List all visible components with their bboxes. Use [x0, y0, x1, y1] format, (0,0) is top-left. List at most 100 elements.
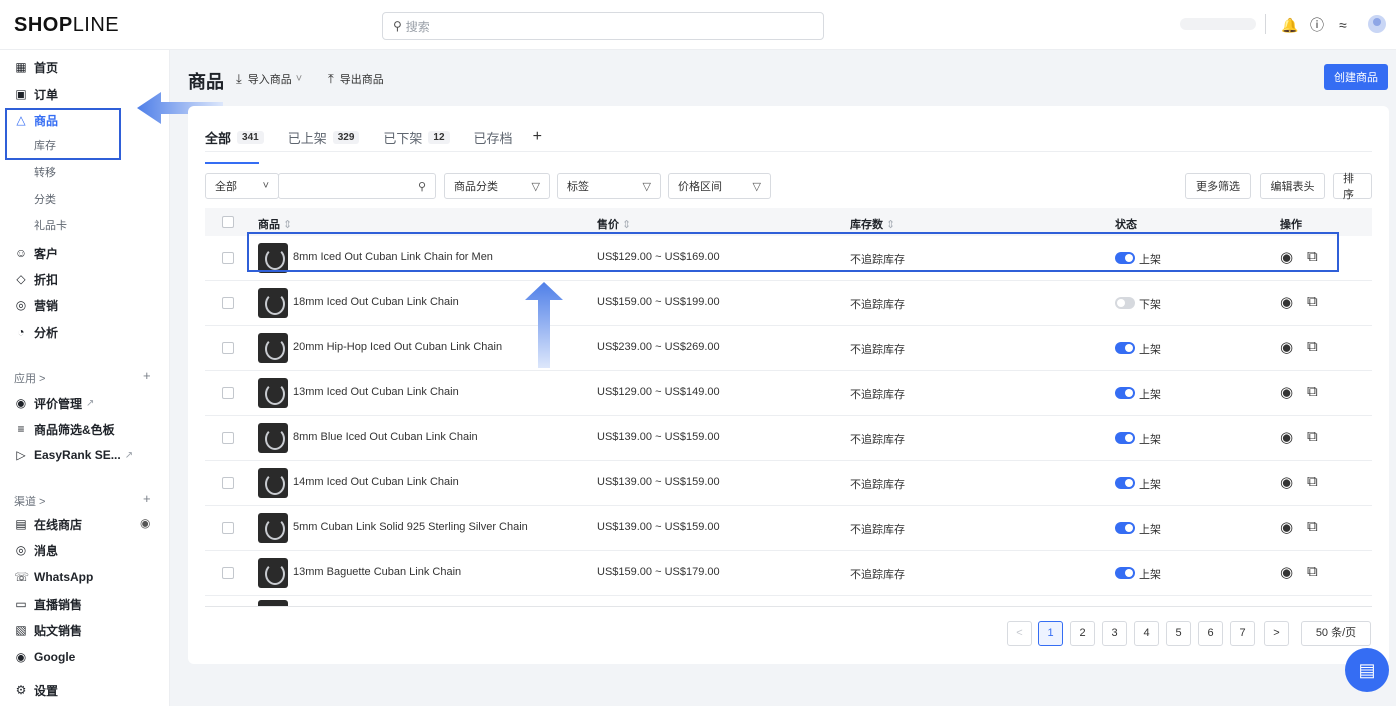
page-size-select[interactable]: 50 条/页	[1301, 621, 1371, 646]
sidebar-item-analytics[interactable]: ◔ 分析	[14, 321, 58, 343]
sidebar-item-online-store[interactable]: ▤ 在线商店	[14, 513, 82, 535]
sidebar-item-product-filter[interactable]: ≡ 商品筛选&色板	[14, 418, 114, 440]
product-name[interactable]: 18mm Iced Out Cuban Link Chain	[293, 296, 459, 308]
sidebar-item-gift-cards[interactable]: 礼品卡	[34, 215, 67, 237]
row-checkbox[interactable]	[222, 252, 234, 264]
sidebar-item-reviews[interactable]: ◉ 评价管理 ↗	[14, 392, 95, 414]
sidebar-item-home[interactable]: ▦ 首页	[14, 56, 58, 78]
eye-icon[interactable]: ◉	[1280, 428, 1293, 446]
table-row[interactable]: 13mm Iced Out Cuban Link Chain US$129.00…	[205, 371, 1372, 416]
eye-icon[interactable]: ◉	[140, 516, 150, 530]
channels-section-title[interactable]: 渠道 >	[14, 493, 45, 509]
eye-icon[interactable]: ◉	[1280, 563, 1293, 581]
row-checkbox[interactable]	[222, 387, 234, 399]
copy-icon[interactable]: ⧉	[1307, 563, 1318, 580]
product-name[interactable]: 8mm Blue Iced Out Cuban Link Chain	[293, 431, 478, 443]
add-tab-button[interactable]: +	[533, 122, 542, 152]
search-input[interactable]: ⚲ 搜索	[382, 12, 824, 40]
add-channel-icon[interactable]: +	[143, 491, 151, 506]
product-thumbnail[interactable]	[258, 513, 288, 543]
status-toggle[interactable]	[1115, 477, 1135, 489]
product-name[interactable]: 13mm Baguette Cuban Link Chain	[293, 566, 461, 578]
tab-published[interactable]: 已上架 329	[288, 122, 360, 152]
sidebar-item-orders[interactable]: ▣ 订单	[14, 83, 58, 105]
add-app-icon[interactable]: +	[143, 368, 151, 383]
wifi-icon[interactable]: ≈	[1339, 16, 1347, 34]
create-product-button[interactable]: 创建商品	[1324, 64, 1388, 90]
copy-icon[interactable]: ⧉	[1307, 293, 1318, 310]
column-product[interactable]: 商品 ⇕	[258, 216, 292, 232]
row-checkbox[interactable]	[222, 432, 234, 444]
row-checkbox[interactable]	[222, 567, 234, 579]
product-thumbnail[interactable]	[258, 423, 288, 453]
page-7-button[interactable]: 7	[1230, 621, 1255, 646]
export-products-button[interactable]: ⤒ 导出商品	[328, 71, 384, 87]
product-thumbnail[interactable]	[258, 333, 288, 363]
sidebar-item-messages[interactable]: ◎ 消息	[14, 539, 58, 561]
logo[interactable]: SHOPLINE	[14, 14, 119, 37]
sidebar-item-categories[interactable]: 分类	[34, 189, 56, 211]
product-name[interactable]: 20mm Hip-Hop Iced Out Cuban Link Chain	[293, 341, 502, 353]
copy-icon[interactable]: ⧉	[1307, 518, 1318, 535]
table-row[interactable]: 5mm Cuban Link Solid 925 Sterling Silver…	[205, 506, 1372, 551]
product-thumbnail[interactable]	[258, 378, 288, 408]
tab-archived[interactable]: 已存档	[474, 122, 513, 152]
product-thumbnail[interactable]	[258, 558, 288, 588]
column-stock[interactable]: 库存数 ⇕	[850, 216, 895, 232]
table-row[interactable]: 14mm Iced Out Cuban Link Chain US$139.00…	[205, 461, 1372, 506]
page-4-button[interactable]: 4	[1134, 621, 1159, 646]
sidebar-item-discounts[interactable]: ◇ 折扣	[14, 268, 58, 290]
table-row[interactable]: 13mm Baguette Cuban Link Chain US$159.00…	[205, 551, 1372, 596]
product-thumbnail[interactable]	[258, 288, 288, 318]
product-thumbnail[interactable]	[258, 468, 288, 498]
page-2-button[interactable]: 2	[1070, 621, 1095, 646]
status-toggle[interactable]	[1115, 432, 1135, 444]
column-price[interactable]: 售价 ⇕	[597, 216, 631, 232]
row-checkbox[interactable]	[222, 297, 234, 309]
sidebar-item-transfers[interactable]: 转移	[34, 162, 56, 184]
status-toggle[interactable]	[1115, 297, 1135, 309]
status-toggle[interactable]	[1115, 522, 1135, 534]
copy-icon[interactable]: ⧉	[1307, 428, 1318, 445]
row-checkbox[interactable]	[222, 522, 234, 534]
page-1-button[interactable]: 1	[1038, 621, 1063, 646]
sidebar-item-marketing[interactable]: ◎ 营销	[14, 294, 58, 316]
bell-icon[interactable]: 🔔	[1281, 16, 1298, 34]
product-name[interactable]: 14mm Iced Out Cuban Link Chain	[293, 476, 459, 488]
sidebar-item-whatsapp[interactable]: ☏ WhatsApp	[14, 566, 93, 588]
chat-support-button[interactable]: ▤	[1345, 648, 1389, 692]
eye-icon[interactable]: ◉	[1280, 338, 1293, 356]
apps-section-title[interactable]: 应用 >	[14, 370, 45, 386]
product-name[interactable]: 13mm Iced Out Cuban Link Chain	[293, 386, 459, 398]
copy-icon[interactable]: ⧉	[1307, 383, 1318, 400]
row-checkbox[interactable]	[222, 342, 234, 354]
tags-filter[interactable]: 标签 ▽	[557, 173, 661, 199]
page-3-button[interactable]: 3	[1102, 621, 1127, 646]
sidebar-item-live-selling[interactable]: ▭ 直播销售	[14, 593, 82, 615]
status-toggle[interactable]	[1115, 567, 1135, 579]
eye-icon[interactable]: ◉	[1280, 293, 1293, 311]
edit-columns-button[interactable]: 编辑表头	[1260, 173, 1325, 199]
category-filter[interactable]: 商品分类 ▽	[444, 173, 550, 199]
sidebar-item-post-selling[interactable]: ▧ 贴文销售	[14, 619, 82, 641]
row-checkbox[interactable]	[222, 477, 234, 489]
product-name[interactable]: 5mm Cuban Link Solid 925 Sterling Silver…	[293, 521, 528, 533]
sidebar-item-settings[interactable]: ⚙ 设置	[14, 679, 58, 701]
page-5-button[interactable]: 5	[1166, 621, 1191, 646]
next-page-button[interactable]: >	[1264, 621, 1289, 646]
eye-icon[interactable]: ◉	[1280, 473, 1293, 491]
status-toggle[interactable]	[1115, 342, 1135, 354]
sidebar-item-customers[interactable]: ☺ 客户	[14, 242, 58, 264]
more-filters-button[interactable]: 更多筛选	[1185, 173, 1251, 199]
sort-button[interactable]: 排序	[1333, 173, 1372, 201]
select-all-checkbox[interactable]	[222, 216, 234, 228]
filter-search-input[interactable]: ⚲	[278, 173, 436, 199]
sidebar-item-easyrank[interactable]: ▷ EasyRank SE... ↗	[14, 444, 133, 466]
status-toggle[interactable]	[1115, 387, 1135, 399]
tab-all[interactable]: 全部 341	[205, 122, 264, 164]
prev-page-button[interactable]: <	[1007, 621, 1032, 646]
tab-unpublished[interactable]: 已下架 12	[383, 122, 450, 152]
copy-icon[interactable]: ⧉	[1307, 338, 1318, 355]
scope-select[interactable]: 全部 ˅	[205, 173, 279, 199]
eye-icon[interactable]: ◉	[1280, 383, 1293, 401]
